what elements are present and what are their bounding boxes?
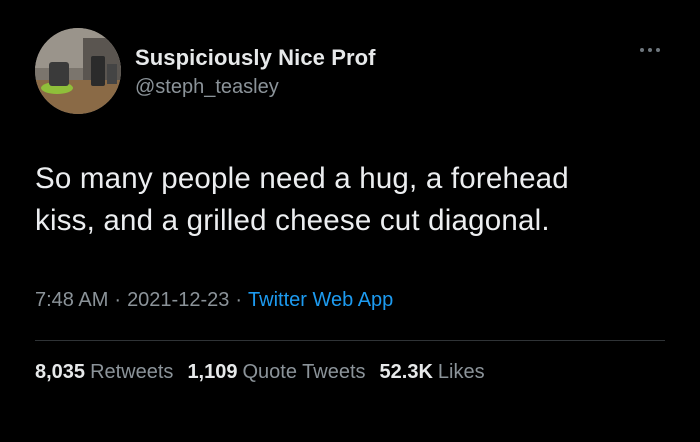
quote-tweets-stat[interactable]: 1,109 Quote Tweets [187,361,365,384]
tweet-source-link[interactable]: Twitter Web App [248,289,393,311]
tweet-text: So many people need a hug, a forehead ki… [35,158,675,242]
tweet-date[interactable]: 2021-12-23 [127,289,229,311]
tweet-text-line: So many people need a hug, a forehead [35,162,569,195]
separator: · [114,289,122,311]
quote-tweets-count: 1,109 [187,361,238,383]
tweet-card: Suspiciously Nice Prof @steph_teasley So… [0,0,700,442]
likes-count: 52.3K [379,361,433,383]
divider [35,340,665,341]
dot [656,48,660,52]
likes-stat[interactable]: 52.3K Likes [380,361,485,384]
tweet-stats: 8,035 Retweets 1,109 Quote Tweets 52.3K Lik… [35,361,485,384]
quote-tweets-label: Quote Tweets [242,361,366,383]
author-handle[interactable]: @steph_teasley [135,76,279,99]
tweet-text-line: kiss, and a grilled cheese cut diagonal. [35,204,550,237]
more-horizontal-icon[interactable] [640,44,666,56]
author-display-name[interactable]: Suspiciously Nice Prof [135,45,376,71]
avatar[interactable] [35,28,121,114]
tweet-meta: 7:48 AM · 2021-12-23 · Twitter Web App [35,289,393,312]
dot [640,48,644,52]
likes-label: Likes [437,361,485,383]
separator: · [235,289,243,311]
retweets-count: 8,035 [35,361,86,383]
dot [648,48,652,52]
retweets-label: Retweets [90,361,174,383]
retweets-stat[interactable]: 8,035 Retweets [35,361,173,384]
avatar-image [35,28,121,114]
tweet-time[interactable]: 7:48 AM [35,289,108,311]
